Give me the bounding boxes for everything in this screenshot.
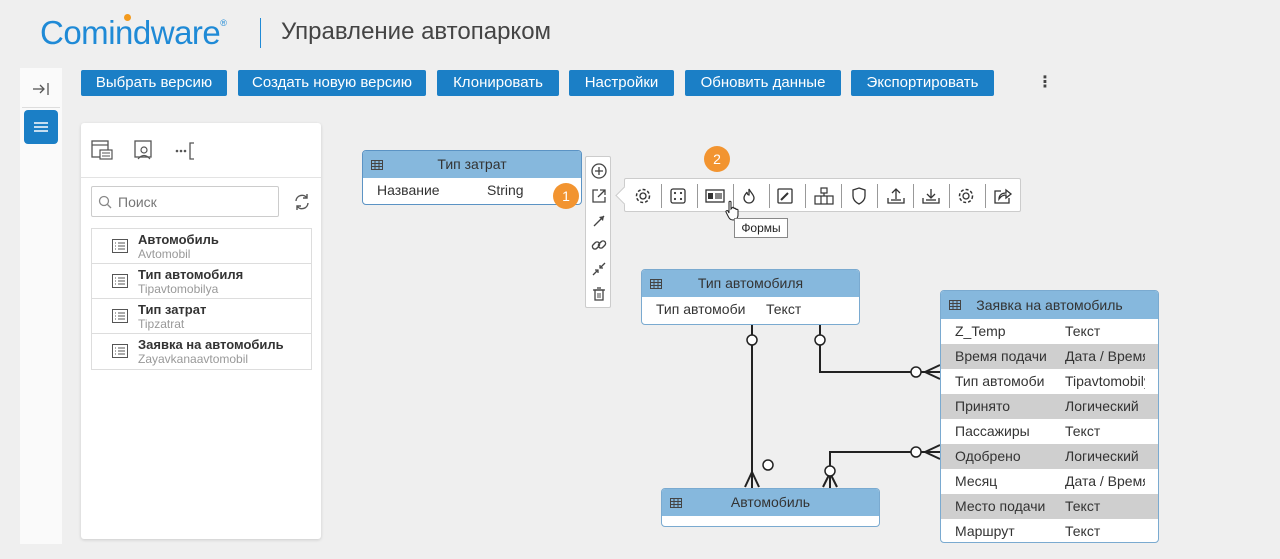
field-type: Дата / Время bbox=[1065, 473, 1145, 489]
entity-field-row[interactable]: Одобрено Логический bbox=[941, 444, 1158, 469]
field-name: Z_Temp bbox=[955, 323, 1006, 339]
entity-field-row[interactable]: Тип автомоби Tipavtomobilya bbox=[941, 369, 1158, 394]
field-type: Текст bbox=[766, 301, 802, 317]
share-tool-button[interactable] bbox=[991, 184, 1015, 208]
connector-type-to-request bbox=[819, 324, 940, 373]
shield-icon bbox=[852, 187, 866, 205]
arrow-icon bbox=[593, 215, 605, 227]
field-type: String bbox=[487, 182, 524, 198]
forms-icon bbox=[705, 189, 725, 203]
field-name: Название bbox=[377, 182, 440, 198]
field-name: Тип автомоби bbox=[955, 373, 1045, 389]
gear-icon bbox=[958, 188, 974, 204]
field-name: Время подачи bbox=[955, 348, 1047, 364]
download-icon bbox=[922, 189, 940, 204]
entity-header: Тип автомобиля bbox=[642, 270, 859, 297]
entity-field-row[interactable]: Z_Temp Текст bbox=[941, 319, 1158, 344]
entity-field-row[interactable]: Название String bbox=[363, 178, 581, 203]
entity-field-row[interactable]: Пассажиры Текст bbox=[941, 419, 1158, 444]
entity-field-row[interactable]: Принято Логический bbox=[941, 394, 1158, 419]
connector-car-to-request bbox=[829, 451, 940, 488]
field-name: Тип автомоби bbox=[656, 301, 746, 317]
open-external-button[interactable] bbox=[589, 186, 609, 206]
share-icon bbox=[994, 188, 1013, 204]
entity-zayavka[interactable]: Заявка на автомобиль Z_Temp Текст Время … bbox=[940, 290, 1159, 543]
edit-icon bbox=[777, 188, 793, 204]
structure-icon bbox=[814, 187, 834, 205]
field-type: Текст bbox=[1065, 523, 1101, 539]
download-tool-button[interactable] bbox=[919, 184, 943, 208]
table-icon bbox=[650, 279, 662, 289]
link-icon bbox=[591, 240, 607, 250]
field-name: Маршрут bbox=[955, 523, 1015, 539]
step-badge-1: 1 bbox=[553, 183, 579, 209]
edit-tool-button[interactable] bbox=[773, 184, 797, 208]
upload-icon bbox=[887, 188, 905, 204]
entity-field-row[interactable]: Тип автомоби Текст bbox=[642, 297, 859, 322]
field-name: Пассажиры bbox=[955, 423, 1030, 439]
field-name: Одобрено bbox=[955, 448, 1021, 464]
entity-tip-zatrat[interactable]: Тип затрат Название String bbox=[362, 150, 582, 205]
entity-avtomobil[interactable]: Автомобиль bbox=[661, 488, 880, 527]
entity-field-row[interactable]: Место подачи Текст bbox=[941, 494, 1158, 519]
entity-title: Автомобиль bbox=[730, 494, 811, 510]
upload-tool-button[interactable] bbox=[884, 184, 908, 208]
entity-vertical-toolbar bbox=[585, 156, 611, 308]
entity-title: Тип затрат bbox=[437, 156, 507, 172]
add-button[interactable] bbox=[589, 161, 609, 181]
field-type: Текст bbox=[1065, 498, 1101, 514]
field-type: Логический bbox=[1065, 448, 1139, 464]
entity-field-row[interactable]: Время подачи Дата / Время bbox=[941, 344, 1158, 369]
entity-title: Заявка на автомобиль bbox=[976, 297, 1123, 313]
settings-tool-button[interactable] bbox=[631, 184, 655, 208]
entity-header: Автомобиль bbox=[662, 489, 879, 516]
step-badge-2: 2 bbox=[704, 146, 730, 172]
dice-tool-button[interactable] bbox=[666, 184, 690, 208]
collapse-icon bbox=[592, 262, 606, 276]
gear-tool-button[interactable] bbox=[954, 184, 978, 208]
forms-tooltip: Формы bbox=[734, 218, 788, 238]
table-icon bbox=[949, 300, 961, 310]
field-name: Принято bbox=[955, 398, 1011, 414]
delete-icon bbox=[593, 287, 605, 301]
entity-header: Тип затрат bbox=[363, 151, 581, 178]
field-name: Место подачи bbox=[955, 498, 1046, 514]
fire-icon bbox=[743, 188, 755, 204]
table-icon bbox=[670, 498, 682, 508]
settings-icon bbox=[635, 188, 651, 204]
link-button[interactable] bbox=[589, 235, 609, 255]
table-icon bbox=[371, 160, 383, 170]
delete-button[interactable] bbox=[589, 284, 609, 304]
dice-icon bbox=[670, 188, 686, 204]
field-type: Tipavtomobilya bbox=[1065, 373, 1145, 389]
collapse-button[interactable] bbox=[589, 259, 609, 279]
field-type: Логический bbox=[1065, 398, 1139, 414]
entity-title: Тип автомобиля bbox=[697, 275, 804, 291]
field-type: Текст bbox=[1065, 323, 1101, 339]
entity-field-row[interactable]: Маршрут Текст bbox=[941, 519, 1158, 542]
add-icon bbox=[591, 163, 607, 179]
entity-tip-avtomobilya[interactable]: Тип автомобиля Тип автомоби Текст bbox=[641, 269, 860, 325]
arrow-button[interactable] bbox=[589, 211, 609, 231]
entity-actions-toolbar bbox=[624, 178, 1021, 212]
open-external-icon bbox=[592, 189, 606, 203]
field-name: Месяц bbox=[955, 473, 998, 489]
field-type: Дата / Время bbox=[1065, 348, 1145, 364]
entity-field-row[interactable]: Месяц Дата / Время bbox=[941, 469, 1158, 494]
entity-header: Заявка на автомобиль bbox=[941, 291, 1158, 319]
field-type: Текст bbox=[1065, 423, 1101, 439]
shield-tool-button[interactable] bbox=[847, 184, 871, 208]
structure-tool-button[interactable] bbox=[812, 184, 836, 208]
